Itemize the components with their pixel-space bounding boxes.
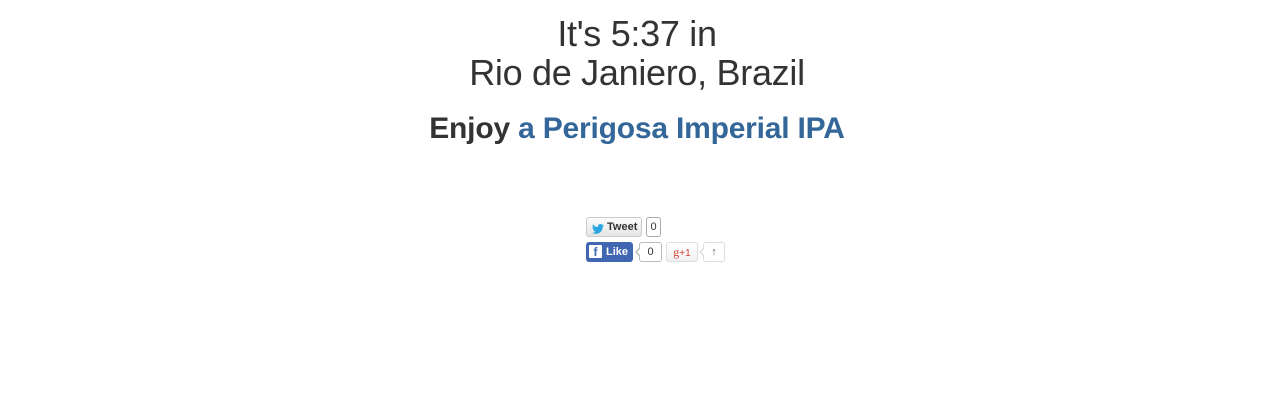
tweet-button[interactable]: Tweet	[586, 217, 642, 237]
tweet-label: Tweet	[607, 221, 638, 233]
google-plus-button[interactable]: g+1	[666, 242, 698, 262]
beer-suggestion: Enjoy a Perigosa Imperial IPA	[0, 111, 1270, 147]
location-line: Rio de Janiero, Brazil	[469, 52, 805, 93]
tweet-count: 0	[646, 217, 661, 237]
twitter-bird-icon	[592, 222, 604, 240]
google-plus-count: ↑	[699, 242, 725, 262]
like-count: 0	[635, 242, 662, 262]
facebook-f-icon: f	[589, 245, 602, 259]
facebook-like-button[interactable]: f Like	[586, 242, 633, 262]
page: It's 5:37 in Rio de Janiero, Brazil Enjo…	[0, 0, 1270, 411]
google-plus-one: +1	[679, 248, 691, 259]
like-label: Like	[606, 246, 629, 258]
page-title: It's 5:37 in Rio de Janiero, Brazil	[0, 14, 1270, 92]
enjoy-prefix: Enjoy	[429, 112, 510, 145]
beer-link[interactable]: a Perigosa Imperial IPA	[518, 112, 845, 145]
time-line: It's 5:37 in	[557, 13, 717, 54]
